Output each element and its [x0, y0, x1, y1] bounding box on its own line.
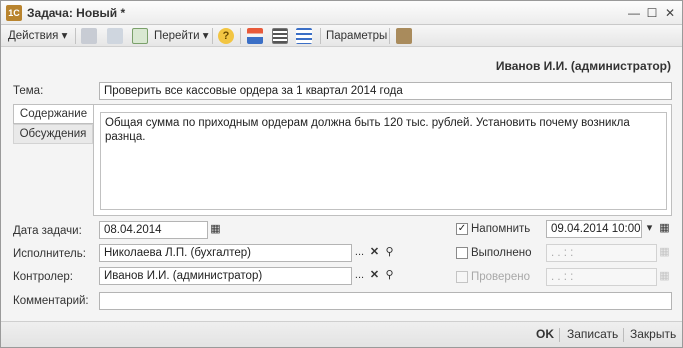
executor-label: Исполнитель: — [13, 248, 86, 260]
tab-content[interactable]: Содержание — [13, 104, 93, 124]
calendar-icon: ▦ — [659, 246, 670, 258]
bottom-bar: OK Записать Закрыть — [1, 321, 682, 347]
toolbar-divider — [212, 28, 213, 44]
executor-select-button[interactable]: ... — [352, 245, 367, 261]
goto-menu[interactable]: Перейти ▾ — [154, 28, 209, 44]
done-datetime-input: . . : : — [546, 244, 657, 262]
app-icon: 1С — [6, 5, 22, 21]
toolbar: Действия ▾ Перейти ▾ ? Параметры — [1, 25, 682, 47]
controller-search-icon[interactable]: ⚲ — [382, 268, 397, 284]
toolbar-divider — [75, 28, 76, 44]
current-user: Иванов И.И. (администратор) — [495, 59, 671, 73]
post-icon[interactable] — [107, 28, 123, 44]
chevron-down-icon: ▾ — [202, 30, 209, 42]
close-button[interactable]: Закрыть — [630, 327, 676, 341]
controller-input[interactable]: Иванов И.И. (администратор) — [99, 267, 352, 285]
content-textarea[interactable]: Общая сумма по приходным ордерам должна … — [100, 112, 667, 210]
save-copy-icon[interactable] — [81, 28, 97, 44]
checklist-icon[interactable] — [296, 28, 312, 44]
save-button[interactable]: Записать — [567, 327, 618, 341]
comment-label: Комментарий: — [13, 295, 89, 307]
task-date-label: Дата задачи: — [13, 225, 82, 237]
subject-label: Тема: — [13, 85, 44, 97]
parameters-button[interactable]: Параметры — [326, 28, 387, 44]
tab-discussions[interactable]: Обсуждения — [13, 124, 93, 144]
task-date-input[interactable]: 08.04.2014 — [99, 221, 208, 239]
title-bar: 1С Задача: Новый * — ☐ ✕ — [1, 1, 682, 25]
bottom-divider — [559, 328, 560, 342]
actions-label: Действия — [8, 30, 59, 42]
calendar-icon[interactable]: ▦ — [208, 222, 223, 238]
calendar-icon[interactable]: ▦ — [657, 221, 672, 237]
toolbar-divider — [240, 28, 241, 44]
executor-clear-icon[interactable]: ✕ — [367, 245, 382, 261]
remind-dropdown-icon[interactable]: ▾ — [642, 221, 657, 237]
goto-label: Перейти — [154, 30, 200, 42]
done-checkbox[interactable] — [456, 247, 468, 259]
controller-select-button[interactable]: ... — [352, 268, 367, 284]
remind-label: Напомнить — [471, 223, 531, 235]
new-document-icon[interactable] — [132, 28, 148, 44]
actions-menu[interactable]: Действия ▾ — [8, 28, 67, 44]
minimize-button[interactable]: — — [626, 5, 642, 21]
verified-checkbox — [456, 271, 468, 283]
close-window-button[interactable]: ✕ — [662, 5, 678, 21]
maximize-button[interactable]: ☐ — [644, 5, 660, 21]
executor-input[interactable]: Николаева Л.П. (бухгалтер) — [99, 244, 352, 262]
comment-input[interactable] — [99, 292, 672, 310]
verified-datetime-input: . . : : — [546, 268, 657, 286]
executor-search-icon[interactable]: ⚲ — [382, 245, 397, 261]
calendar-icon: ▦ — [659, 270, 670, 282]
controller-clear-icon[interactable]: ✕ — [367, 268, 382, 284]
remind-checkbox[interactable]: ✓ — [456, 223, 468, 235]
done-label: Выполнено — [471, 247, 532, 259]
remind-datetime-input[interactable]: 09.04.2014 10:00 — [546, 220, 642, 238]
help-icon[interactable]: ? — [218, 28, 234, 44]
controller-label: Контролер: — [13, 271, 73, 283]
tab-panel: Общая сумма по приходным ордерам должна … — [93, 104, 672, 216]
toolbar-divider — [320, 28, 321, 44]
attachment-icon[interactable] — [396, 28, 412, 44]
toolbar-divider — [389, 28, 390, 44]
bottom-divider — [623, 328, 624, 342]
structure-icon[interactable] — [247, 28, 263, 44]
subject-input[interactable]: Проверить все кассовые ордера за 1 кварт… — [99, 82, 672, 100]
verified-label: Проверено — [471, 271, 530, 283]
list-icon[interactable] — [272, 28, 288, 44]
window-title: Задача: Новый * — [27, 6, 126, 20]
content-tabs: Содержание Обсуждения — [13, 104, 93, 214]
task-window: 1С Задача: Новый * — ☐ ✕ Действия ▾ Пере… — [0, 0, 683, 348]
chevron-down-icon: ▾ — [61, 30, 68, 42]
ok-button[interactable]: OK — [536, 327, 554, 341]
